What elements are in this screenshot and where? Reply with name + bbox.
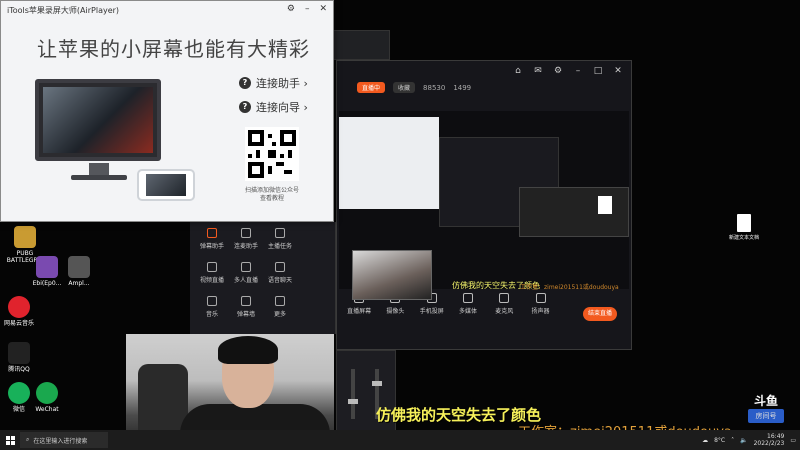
- settings-icon[interactable]: ⚙: [553, 66, 563, 76]
- taskbar: ⌕ 在这里输入进行搜索 ☁ 8°C ˄ 🔈 16:49 2022/2/23 ▭: [0, 430, 800, 450]
- wechat-icon: [36, 382, 58, 404]
- viewer-count: 88530: [423, 83, 446, 92]
- connect-helper-link[interactable]: ? 连接助手 ›: [239, 75, 308, 91]
- panel-tile-8[interactable]: 更多: [264, 296, 296, 318]
- close-icon[interactable]: ✕: [319, 4, 327, 14]
- panel-tile-5[interactable]: 语音聊天: [264, 262, 296, 284]
- music-icon: [207, 296, 217, 306]
- volume-icon[interactable]: 🔈: [740, 437, 747, 444]
- video-icon: [207, 262, 217, 272]
- panel-tile-4[interactable]: 多人直播: [230, 262, 262, 284]
- desktop-icon-netease[interactable]: 网易云音乐: [0, 296, 42, 327]
- link-mic-icon: [241, 228, 251, 238]
- desktop-new-file[interactable]: 新建文本文档: [726, 214, 762, 241]
- desktop: ⌂ ✉ ⚙ – □ ✕ 直播中 收藏 88530 1499 直播屏幕 摄像头 手…: [0, 0, 800, 450]
- panel-tile-2[interactable]: 主播任务: [264, 228, 296, 250]
- temperature: 8°C: [714, 436, 726, 444]
- windows-icon: [5, 435, 15, 445]
- monitor-illustration: [35, 79, 161, 161]
- panel-tile-6[interactable]: 音乐: [196, 296, 228, 318]
- system-tray: ☁ 8°C ˄ 🔈 16:49 2022/2/23 ▭: [702, 430, 796, 450]
- chevron-up-icon[interactable]: ˄: [731, 437, 734, 444]
- weather-icon[interactable]: ☁: [702, 437, 708, 444]
- close-icon[interactable]: ✕: [613, 66, 623, 76]
- nested-stream-preview-2: [519, 187, 629, 237]
- panel-tile-0[interactable]: 弹幕助手: [196, 228, 228, 250]
- speaker-icon: [535, 293, 546, 303]
- group-icon: [241, 262, 251, 272]
- qq-penguin-icon: [8, 342, 30, 364]
- notification-icon[interactable]: ▭: [790, 437, 796, 444]
- qr-caption: 扫描添加微信公众号 查看教程: [244, 187, 299, 202]
- question-icon: ?: [239, 101, 251, 113]
- skin-icon[interactable]: ⌂: [513, 66, 523, 76]
- lyrics-subtitle: 仿佛我的天空失去了颜色: [376, 406, 542, 424]
- desktop-icon-file[interactable]: Ampl...: [56, 256, 102, 287]
- toolbar-mic[interactable]: 麦克风: [490, 293, 518, 315]
- danmu-wall-icon: [241, 296, 251, 306]
- stream-app[interactable]: ⌂ ✉ ⚙ – □ ✕ 直播中 收藏 88530 1499 直播屏幕 摄像头 手…: [336, 60, 632, 350]
- toolbar-speaker[interactable]: 扬声器: [527, 293, 555, 315]
- live-tag: 直播中: [357, 82, 386, 93]
- search-icon: ⌕: [26, 436, 30, 443]
- airplayer-window-controls: ⚙ – ✕: [287, 4, 327, 14]
- maximize-icon[interactable]: □: [593, 66, 603, 76]
- airplayer-title: iTools苹果录屏大师(AirPlayer): [7, 5, 120, 15]
- douyu-logo: 斗鱼 房间号: [744, 394, 788, 423]
- toolbar-media[interactable]: 多媒体: [454, 293, 482, 315]
- phone-illustration: [137, 169, 195, 201]
- text-file-icon: [737, 214, 751, 232]
- desktop-icon-qq[interactable]: 腾讯QQ: [0, 342, 42, 373]
- nested-webcam: [352, 250, 432, 300]
- likes-count: 1499: [453, 83, 472, 92]
- qr-code: [245, 127, 299, 181]
- start-button[interactable]: [0, 430, 20, 450]
- panel-tile-3[interactable]: 视频直播: [196, 262, 228, 284]
- nested-studio-text: 工作室：zimei201511或doudouya: [520, 284, 619, 291]
- task-icon: [275, 228, 285, 238]
- nested-airplayer-preview: [339, 117, 439, 209]
- minimize-icon[interactable]: –: [573, 66, 583, 76]
- panel-tile-1[interactable]: 连麦助手: [230, 228, 262, 250]
- favorite-tag[interactable]: 收藏: [393, 82, 416, 93]
- question-icon: ?: [239, 77, 251, 89]
- airplayer-window[interactable]: iTools苹果录屏大师(AirPlayer) ⚙ – ✕ 让苹果的小屏幕也能有…: [0, 0, 334, 222]
- clock[interactable]: 16:49 2022/2/23: [754, 433, 785, 447]
- live-status-bar: 直播中 收藏 88530 1499: [357, 82, 471, 93]
- volume-slider-1[interactable]: [348, 369, 358, 419]
- mic-icon: [499, 293, 510, 303]
- settings-icon[interactable]: ⚙: [287, 4, 295, 14]
- stream-app-titlebar: ⌂ ✉ ⚙ – □ ✕: [337, 61, 631, 81]
- netease-music-icon: [8, 296, 30, 318]
- app-icon: [36, 256, 58, 278]
- danmu-icon: [207, 228, 217, 238]
- doc-icon: [598, 196, 612, 214]
- pubg-icon: [14, 226, 36, 248]
- media-icon: [462, 293, 473, 303]
- minimize-icon[interactable]: –: [305, 4, 310, 14]
- desktop-icon-wechat-2[interactable]: WeChat: [24, 382, 70, 413]
- more-icon: [275, 296, 285, 306]
- message-icon[interactable]: ✉: [533, 66, 543, 76]
- file-icon: [68, 256, 90, 278]
- qr-code-graphic: [248, 130, 296, 178]
- connect-wizard-link[interactable]: ? 连接向导 ›: [239, 99, 308, 115]
- panel-tile-7[interactable]: 弹幕墙: [230, 296, 262, 318]
- voice-icon: [275, 262, 285, 272]
- airplayer-slogan: 让苹果的小屏幕也能有大精彩: [37, 37, 310, 61]
- taskbar-search[interactable]: ⌕ 在这里输入进行搜索: [20, 432, 108, 448]
- stream-side-panel: 弹幕助手 连麦助手 主播任务 视频直播 多人直播 语音聊天 音乐 弹幕墙 更多: [190, 222, 336, 334]
- end-live-button[interactable]: 结束直播: [583, 307, 617, 321]
